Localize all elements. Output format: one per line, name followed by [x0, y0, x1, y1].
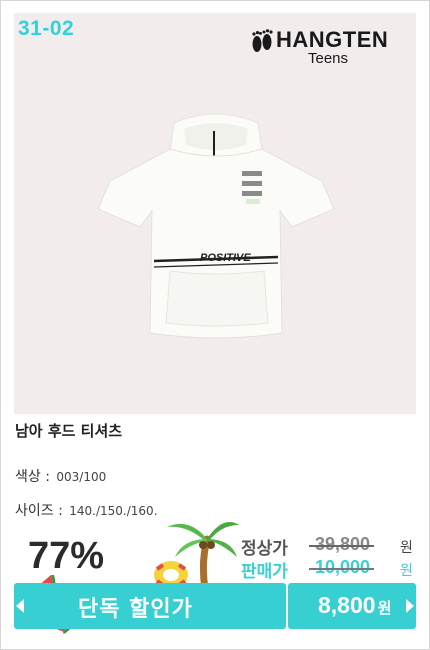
color-spec: 색상 : 003/100	[15, 466, 106, 486]
strikethrough-line	[309, 545, 375, 547]
product-code: 31-02	[18, 17, 75, 40]
arrow-left-icon	[16, 599, 24, 613]
discount-percent: 77%	[28, 535, 105, 577]
product-card[interactable]: 31-02 HANGTEN Teens POSITIVE 남아 후드 티셔츠 색…	[0, 0, 430, 650]
promo-currency: 원	[377, 600, 392, 617]
promo-bar[interactable]: 단독 할인가 8,800 원	[14, 583, 416, 629]
promo-price-value: 8,800	[318, 592, 376, 618]
promo-label-box[interactable]: 단독 할인가	[14, 583, 286, 629]
color-label: 색상 :	[15, 469, 50, 485]
regular-price: 39,800	[309, 534, 375, 555]
regular-price-label: 정상가	[241, 539, 288, 559]
color-value: 003/100	[56, 470, 107, 484]
sale-price-value: 10,000	[315, 557, 371, 577]
regular-price-value: 39,800	[315, 534, 371, 554]
brand-logo: HANGTEN Teens	[246, 19, 406, 71]
shirt-print-text: POSITIVE	[200, 252, 251, 264]
size-value: 140./150./160.	[69, 504, 158, 518]
regular-currency: 원	[400, 540, 413, 556]
promo-price-box[interactable]: 8,800 원	[288, 583, 416, 629]
promo-price: 8,800 원	[318, 592, 391, 619]
arrow-right-icon	[406, 599, 414, 613]
sale-price: 10,000	[309, 557, 375, 578]
size-label: 사이즈 :	[15, 503, 63, 519]
sale-currency: 원	[400, 563, 413, 579]
product-name[interactable]: 남아 후드 티셔츠	[15, 420, 122, 441]
hoodie-illustration: POSITIVE	[97, 113, 335, 339]
strikethrough-line	[309, 568, 375, 570]
promo-label: 단독 할인가	[78, 597, 193, 622]
footprint-logo-icon	[252, 29, 273, 52]
product-image[interactable]: 31-02 HANGTEN Teens POSITIVE	[14, 13, 416, 414]
size-spec: 사이즈 : 140./150./160.	[15, 500, 158, 520]
sale-price-label: 판매가	[241, 562, 288, 582]
brand-sub: Teens	[308, 50, 349, 67]
